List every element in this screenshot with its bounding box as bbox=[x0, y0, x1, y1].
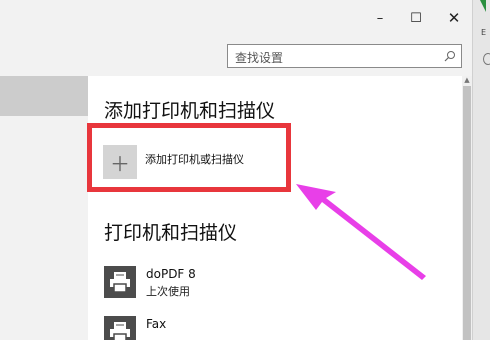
settings-window: – ☐ ✕ 查找设置 ▲ E 添加打印机和扫描仪 ＋ 添加打印机或扫描仪 打印机… bbox=[0, 0, 490, 340]
search-input[interactable]: 查找设置 bbox=[227, 44, 462, 68]
left-navigation bbox=[0, 76, 88, 340]
scroll-up-icon[interactable]: ▲ bbox=[463, 76, 471, 84]
nav-item-selected[interactable] bbox=[0, 76, 88, 116]
close-button[interactable]: ✕ bbox=[442, 6, 466, 30]
search-icon[interactable] bbox=[444, 50, 456, 62]
printer-icon bbox=[104, 316, 136, 340]
search-placeholder: 查找设置 bbox=[235, 51, 284, 65]
search-row: 查找设置 bbox=[0, 36, 472, 76]
maximize-button[interactable]: ☐ bbox=[404, 6, 428, 30]
background-window-edge bbox=[472, 0, 490, 340]
add-section-heading: 添加打印机和扫描仪 bbox=[104, 100, 276, 122]
pointer-arrow-annotation bbox=[296, 184, 426, 280]
printer-status: 上次使用 bbox=[146, 285, 190, 298]
background-window-char: E bbox=[481, 28, 487, 37]
printer-icon bbox=[104, 266, 136, 298]
scroll-thumb[interactable] bbox=[463, 86, 471, 340]
minimize-button[interactable]: – bbox=[368, 6, 392, 30]
highlight-annotation-box bbox=[87, 123, 291, 192]
title-bar: – ☐ ✕ bbox=[0, 0, 472, 36]
printer-item-dopdf[interactable]: doPDF 8 上次使用 bbox=[104, 266, 304, 306]
printer-name: Fax bbox=[146, 317, 167, 331]
printers-section-heading: 打印机和扫描仪 bbox=[104, 222, 238, 244]
background-window-icon bbox=[483, 53, 490, 65]
printer-name: doPDF 8 bbox=[146, 267, 196, 281]
printer-item-fax[interactable]: Fax bbox=[104, 316, 304, 340]
